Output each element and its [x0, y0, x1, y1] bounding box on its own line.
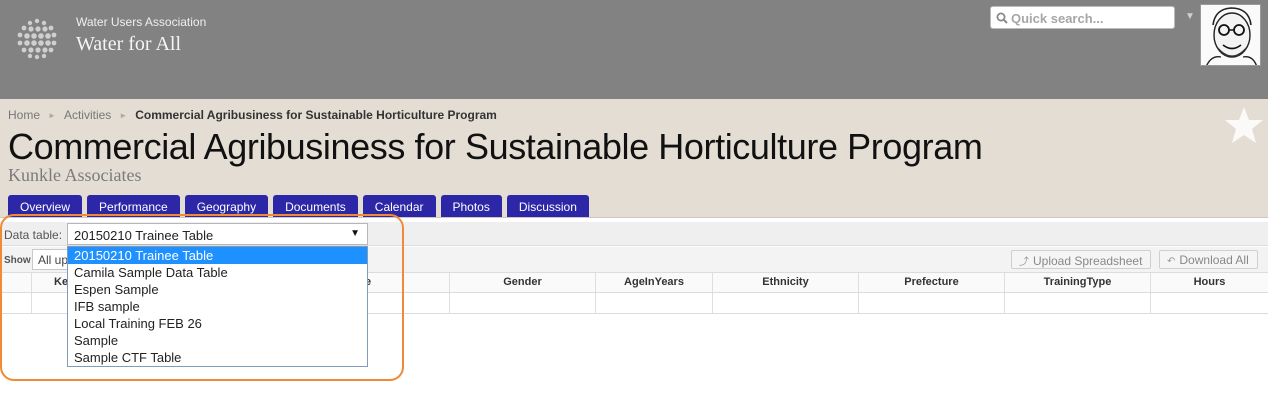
user-avatar[interactable] — [1200, 4, 1261, 66]
upload-icon: ⤴ — [1019, 257, 1029, 268]
breadcrumb: Home ► Activities ► Commercial Agribusiness … — [8, 108, 497, 122]
chevron-down-icon: ▼ — [350, 228, 360, 239]
page-title: Commercial Agribusiness for Sustainable … — [8, 126, 983, 167]
site-title[interactable]: Water for All — [76, 33, 181, 56]
data-table-option[interactable]: IFB sample — [68, 298, 367, 315]
breadcrumb-current: Commercial Agribusiness for Sustainable … — [135, 108, 497, 122]
upload-spreadsheet-label: Upload Spreadsheet — [1033, 254, 1143, 268]
search-icon — [996, 12, 1008, 24]
data-table-options-list: 20150210 Trainee Table Camila Sample Dat… — [67, 246, 368, 367]
tab-bar: Overview Performance Geography Documents… — [8, 195, 594, 217]
data-table-option[interactable]: Espen Sample — [68, 281, 367, 298]
table-cell[interactable] — [596, 293, 713, 313]
table-cell[interactable] — [1005, 293, 1151, 313]
tab-geography[interactable]: Geography — [184, 195, 269, 217]
download-icon: ↶ — [1167, 256, 1176, 267]
tab-documents[interactable]: Documents — [273, 195, 358, 217]
divider — [0, 217, 1268, 218]
star-icon[interactable] — [1224, 105, 1264, 150]
column-header-select[interactable] — [0, 273, 32, 292]
table-cell[interactable] — [0, 293, 32, 313]
download-all-label: Download All — [1179, 253, 1249, 267]
column-header-hours[interactable]: Hours — [1151, 273, 1268, 292]
breadcrumb-separator-icon: ► — [119, 111, 128, 120]
upload-spreadsheet-button[interactable]: ⤴ Upload Spreadsheet — [1011, 250, 1152, 269]
column-header-gender[interactable]: Gender — [450, 273, 596, 292]
data-table-option[interactable]: Sample — [68, 332, 367, 349]
data-table-select[interactable]: 20150210 Trainee Table ▼ — [67, 223, 368, 245]
data-table-selector-row: Data table: 20150210 Trainee Table ▼ — [0, 222, 1268, 246]
org-name: Water Users Association — [76, 15, 207, 29]
tab-calendar[interactable]: Calendar — [362, 195, 436, 217]
table-cell[interactable] — [450, 293, 596, 313]
column-header-training-type[interactable]: TrainingType — [1005, 273, 1151, 292]
table-cell[interactable] — [859, 293, 1005, 313]
column-header-ethnicity[interactable]: Ethnicity — [713, 273, 859, 292]
data-table-selected-value: 20150210 Trainee Table — [74, 228, 214, 243]
breadcrumb-separator-icon: ► — [48, 111, 56, 120]
tab-performance[interactable]: Performance — [87, 195, 180, 217]
table-cell[interactable] — [1151, 293, 1268, 313]
tab-discussion[interactable]: Discussion — [506, 195, 589, 217]
page-header-band: Home ► Activities ► Commercial Agribusiness … — [0, 99, 1268, 217]
show-filter-select[interactable]: All up — [32, 249, 72, 270]
data-table-label: Data table: — [4, 228, 63, 242]
column-header-prefecture[interactable]: Prefecture — [859, 273, 1005, 292]
breadcrumb-activities[interactable]: Activities — [64, 108, 111, 122]
search-input[interactable] — [1011, 9, 1171, 27]
data-table-option[interactable]: 20150210 Trainee Table — [68, 247, 367, 264]
data-table-option[interactable]: Local Training FEB 26 — [68, 315, 367, 332]
page-subtitle[interactable]: Kunkle Associates — [8, 165, 141, 186]
download-all-button[interactable]: ↶ Download All — [1159, 250, 1258, 269]
quick-search[interactable] — [990, 6, 1175, 29]
tab-overview[interactable]: Overview — [8, 195, 83, 217]
column-header-age[interactable]: AgeInYears — [596, 273, 713, 292]
data-table-option[interactable]: Camila Sample Data Table — [68, 264, 367, 281]
app-header: Water Users Association Water for All ▼ — [0, 0, 1268, 99]
globe-dots-icon[interactable] — [14, 16, 60, 62]
user-menu-caret-icon[interactable]: ▼ — [1185, 11, 1195, 22]
show-label: Show — [4, 255, 31, 266]
table-cell[interactable] — [713, 293, 859, 313]
data-table-option[interactable]: Sample CTF Table — [68, 349, 367, 366]
breadcrumb-home[interactable]: Home — [8, 108, 40, 122]
tab-photos[interactable]: Photos — [440, 195, 502, 217]
